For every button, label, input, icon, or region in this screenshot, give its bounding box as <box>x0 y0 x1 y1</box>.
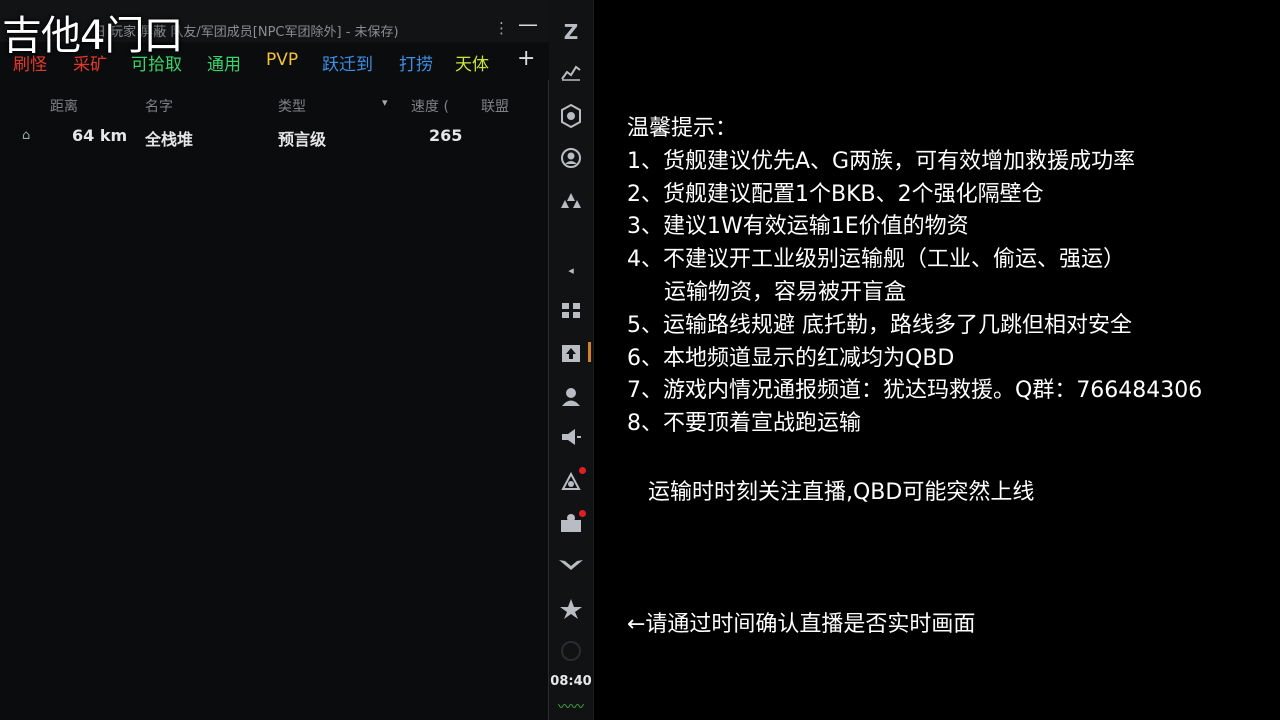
ship-icon: ⌂ <box>22 128 31 143</box>
corporation-icon[interactable] <box>549 512 593 539</box>
streamer-overlay-text: 吉他4门口 <box>2 13 183 59</box>
minimize-icon[interactable]: — <box>518 12 538 36</box>
row-distance: 64 km <box>72 126 128 145</box>
broadcast-icon[interactable] <box>549 428 593 451</box>
tab-pvp[interactable]: PVP <box>266 50 298 70</box>
notice-line: 4、不建议开工业级别运输舰（工业、偷运、强运） <box>627 247 1125 273</box>
market-chart-icon[interactable] <box>549 63 593 86</box>
blank-icon <box>549 640 593 667</box>
column-speed[interactable]: 速度 ( <box>411 96 449 116</box>
character-icon[interactable] <box>549 147 593 174</box>
notification-dot <box>579 467 586 474</box>
notice-line: 5、运输路线规避 底托勒，路线多了几跳但相对安全 <box>627 312 1132 338</box>
collapse-arrow-icon[interactable]: ◂ <box>549 264 593 277</box>
zeta-logo-icon[interactable]: Z <box>549 20 593 44</box>
column-type[interactable]: 类型 <box>278 96 306 116</box>
tab-salvage[interactable]: 打捞 <box>399 50 433 75</box>
column-distance[interactable]: 距离 <box>50 96 78 116</box>
column-alliance[interactable]: 联盟 <box>481 96 509 116</box>
tab-general[interactable]: 通用 <box>207 50 241 75</box>
clock: 08:40 <box>550 674 592 689</box>
overview-column-header: 距离 名字 类型 ▾ 速度 ( 联盟 <box>0 92 549 118</box>
notice-heading: 温馨提示： <box>627 116 738 141</box>
sort-arrow-icon[interactable]: ▾ <box>382 96 388 109</box>
notice-line: 1、货舰建议优先A、G两族，可有效增加救援成功率 <box>627 148 1136 174</box>
notice-panel: 温馨提示： 1、货舰建议优先A、G两族，可有效增加救援成功率 2、货舰建议配置1… <box>627 113 1277 441</box>
add-tab-icon[interactable]: + <box>517 46 535 71</box>
row-speed: 265 <box>429 126 463 145</box>
table-row[interactable]: ⌂ 64 km 全栈堆 预言级 265 <box>0 122 549 150</box>
time-confirm-note: ←请通过时间确认直播是否实时画面 <box>627 612 976 637</box>
notice-line: 7、游戏内情况通报频道：犹达玛救援。Q群：766484306 <box>627 378 1203 404</box>
overview-window: 日 玩家 屏蔽 队友/军团成员[NPC军团除外] - 未保存) ⋮ — 吉他4门… <box>0 0 549 720</box>
contacts-icon[interactable] <box>549 385 593 412</box>
tab-celestial[interactable]: 天体 <box>455 50 489 75</box>
alliance-icon[interactable] <box>549 598 593 625</box>
notice-line: 运输物资，容易被开盲盒 <box>664 279 907 305</box>
row-name: 全栈堆 <box>145 130 194 149</box>
column-name[interactable]: 名字 <box>145 96 173 116</box>
notice-line: 3、建议1W有效运输1E价值的物资 <box>627 214 969 240</box>
live-warning: 运输时时刻关注直播,QBD可能突然上线 <box>648 480 1035 505</box>
overview-menu-icon[interactable]: ⋮ <box>494 19 509 37</box>
mail-icon[interactable] <box>549 470 593 497</box>
signal-icon: 〰〰 <box>557 700 584 715</box>
active-indicator <box>588 342 591 362</box>
hangar-icon[interactable] <box>549 343 593 368</box>
fitting-icon[interactable] <box>549 103 593 133</box>
notice-line: 6、本地频道显示的红减均为QBD <box>627 345 955 371</box>
inventory-icon[interactable] <box>549 300 593 325</box>
tab-warpto[interactable]: 跃迁到 <box>322 50 373 75</box>
notice-line: 8、不要顶着宣战跑运输 <box>627 411 861 437</box>
notice-line: 2、货舰建议配置1个BKB、2个强化隔壁仓 <box>627 181 1044 207</box>
fleet-icon[interactable] <box>549 190 593 217</box>
notification-dot <box>579 510 586 517</box>
wings-icon[interactable] <box>549 557 593 578</box>
row-type: 预言级 <box>278 130 327 149</box>
